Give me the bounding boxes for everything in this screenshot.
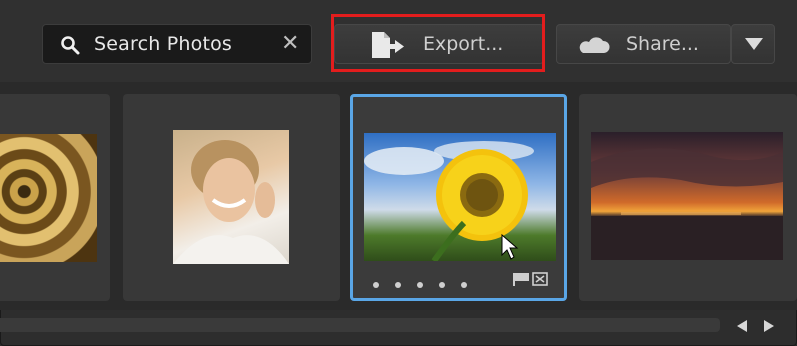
woman-portrait-image [173, 130, 289, 264]
flag-icon[interactable] [513, 271, 549, 291]
photo-tile-woman-portrait[interactable] [123, 94, 340, 301]
cloud-icon [575, 37, 611, 59]
arrow-right-icon[interactable] [764, 320, 774, 332]
sunflower-image [364, 133, 556, 261]
rating-dots[interactable] [373, 273, 483, 292]
sunset-sea-image [591, 132, 783, 260]
share-label: Share... [626, 33, 699, 55]
spiral-staircase-image [0, 134, 97, 262]
chevron-down-icon [745, 38, 763, 50]
photo-tile-sunflower[interactable] [350, 94, 567, 301]
arrow-left-icon[interactable] [737, 320, 747, 332]
toolbar: Search Photos ✕ Export... Share... [0, 0, 797, 83]
search-text: Search Photos [94, 33, 233, 55]
share-button[interactable]: Share... [556, 24, 731, 64]
close-icon[interactable]: ✕ [281, 33, 299, 55]
share-menu-button[interactable] [731, 24, 775, 64]
search-icon [60, 35, 82, 61]
photo-tile-spiral-staircase[interactable] [0, 94, 110, 301]
export-highlight-box [331, 14, 545, 72]
photo-tile-sunset-sea[interactable] [579, 94, 797, 301]
horizontal-scrollbar[interactable] [0, 318, 720, 332]
search-input[interactable]: Search Photos ✕ [42, 24, 312, 64]
